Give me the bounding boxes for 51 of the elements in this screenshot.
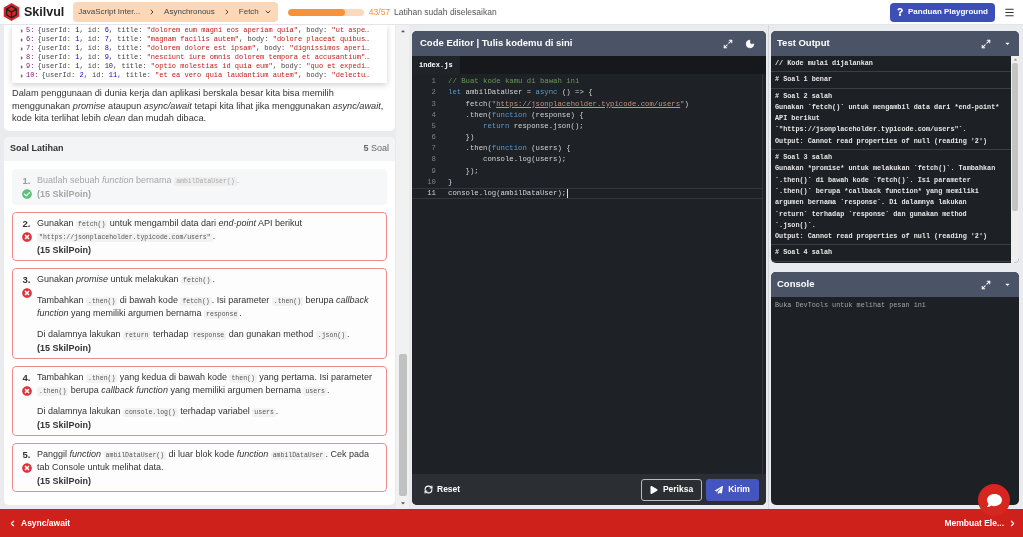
exercise-title: Soal Latihan: [10, 142, 64, 156]
skill-points: (15 SkilPoin): [37, 188, 91, 202]
scrollbar-thumb[interactable]: [1012, 63, 1018, 211]
play-icon: [649, 485, 658, 494]
progress-caption: Latihan sudah diselesaikan: [394, 5, 497, 19]
moon-icon[interactable]: [745, 38, 755, 49]
speech-bubble-icon: [986, 492, 1002, 508]
exercise-count: 5 Soal: [363, 142, 389, 156]
skill-points: (15 SkilPoin): [37, 419, 91, 433]
next-lesson-link[interactable]: Membuat Ele...: [944, 516, 1017, 530]
submit-button[interactable]: Kirim: [706, 478, 759, 501]
text-cursor-icon: [567, 188, 569, 198]
panel-title: Console: [777, 277, 815, 292]
breadcrumb-link[interactable]: JavaScript Inter...: [78, 6, 141, 18]
brand-name: Skilvul: [24, 3, 65, 21]
scrollbar[interactable]: [396, 25, 409, 509]
skill-points: (15 SkilPoin): [37, 342, 91, 356]
question-icon: [897, 8, 903, 16]
skill-points: (15 SkilPoin): [37, 475, 91, 489]
exercise-number: 5.: [22, 448, 31, 462]
logo-icon: [3, 3, 20, 21]
expand-icon[interactable]: [981, 38, 991, 49]
caret-down-icon[interactable]: [1004, 281, 1011, 288]
chevron-right-icon: [1008, 518, 1017, 528]
breadcrumb-dropdown[interactable]: Fetch: [238, 6, 272, 18]
panel-title: Test Output: [777, 36, 830, 51]
caret-down-icon[interactable]: [1004, 40, 1011, 47]
paper-plane-icon: [715, 485, 724, 494]
reset-button[interactable]: Reset: [424, 483, 461, 496]
previous-lesson-link[interactable]: Async/await: [8, 516, 71, 530]
scrollbar-thumb[interactable]: [398, 354, 407, 496]
scroll-up-arrow-icon[interactable]: [399, 28, 406, 34]
scrollbar[interactable]: [1011, 56, 1019, 263]
check-button[interactable]: Periksa: [641, 478, 702, 501]
panel-title: Code Editor | Tulis kodemu di sini: [420, 36, 573, 51]
chevron-left-icon: [8, 518, 17, 528]
chevron-down-icon: [263, 8, 272, 16]
breadcrumb-link[interactable]: Asynchronous: [164, 6, 215, 18]
scroll-down-arrow-icon[interactable]: [399, 500, 406, 506]
skill-points: (15 SkilPoin): [37, 244, 91, 258]
expand-icon[interactable]: [981, 279, 991, 290]
progress-count: 43/57: [368, 5, 391, 19]
guide-button[interactable]: Panduan Playground: [890, 2, 995, 22]
refresh-icon: [424, 485, 433, 494]
lesson-paragraph: Dalam penggunaan di dunia kerja dan aplikasi berskala besar kita bisa memilih menggunakan promise ataupun async/await tetapi kita lihat jika menggunakan async/await, kode kita terlihat lebih clean dan mudah dibaca.: [12, 87, 385, 126]
exercise-number: 1.: [22, 174, 31, 188]
exercise-number: 3.: [22, 273, 31, 287]
exercise-number: 4.: [22, 371, 31, 385]
expand-icon[interactable]: [723, 38, 733, 49]
exercise-number: 2.: [22, 217, 31, 231]
menu-icon[interactable]: [1004, 6, 1015, 18]
